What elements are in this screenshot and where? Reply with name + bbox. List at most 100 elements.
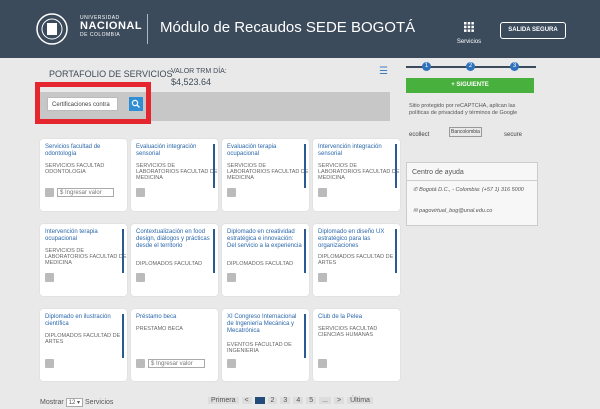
service-card[interactable]: XI Congreso Internacional de Ingeniería …: [222, 309, 309, 381]
page-size-select[interactable]: 12 ▾: [65, 398, 84, 407]
service-card[interactable]: Préstamo beca PRESTAMO BECA $ Ingresar v…: [131, 309, 218, 381]
page-3[interactable]: 3: [280, 397, 291, 404]
card-accent: [122, 229, 124, 273]
university-seal-icon: [36, 13, 68, 45]
show-label: Mostrar: [40, 399, 64, 406]
service-card[interactable]: Intervención integración sensorial SERVI…: [313, 139, 400, 211]
step-2: 2: [466, 62, 475, 71]
service-card[interactable]: Diplomado en creatividad estratégica e i…: [222, 224, 309, 296]
top-header: UNIVERSIDAD NACIONAL DE COLOMBIA Módulo …: [0, 0, 600, 58]
service-card[interactable]: Diplomado en diseño UX estratégico para …: [313, 224, 400, 296]
card-title: Servicios facultad de odontología: [45, 144, 101, 157]
portfolio-title: PORTAFOLIO DE SERVICIOS: [49, 69, 173, 79]
page-last[interactable]: Última: [347, 397, 373, 404]
card-subtitle: SERVICIOS DE LABORATORIOS FACULTAD DE ME…: [227, 163, 309, 181]
card-checkbox[interactable]: [227, 273, 236, 282]
service-card[interactable]: Diplomado en ilustración científica DIPL…: [40, 309, 127, 381]
card-subtitle: DIPLOMADOS FACULTAD: [227, 261, 294, 267]
payment-logos: ecollect Bancolombia secure: [409, 127, 537, 147]
card-subtitle: SERVICIOS DE LABORATORIOS FACULTAD DE ME…: [136, 163, 218, 181]
step-1: 1: [422, 62, 431, 71]
card-accent: [304, 314, 306, 358]
card-title: Diplomado en creatividad estratégica e i…: [227, 229, 302, 249]
trm-value: $4,523.64: [171, 77, 212, 87]
help-phone-text: Bogotá D.C., - Colombia: (+57 1) 316 500…: [419, 187, 524, 193]
university-label-main: NACIONAL: [80, 20, 143, 32]
card-accent: [395, 144, 397, 188]
card-title: Intervención terapia ocupacional: [45, 229, 98, 242]
secure-logo: secure: [504, 132, 523, 138]
card-title: Evaluación integración sensorial: [136, 144, 197, 157]
card-title: Contextualización en food design, diálog…: [136, 229, 210, 249]
help-center: Centro de ayuda ✆ Bogotá D.C., - Colombi…: [406, 162, 538, 226]
header-divider: [147, 14, 148, 44]
card-checkbox[interactable]: [45, 359, 54, 368]
card-subtitle: SERVICIOS DE LABORATORIOS FACULTAD DE ME…: [45, 248, 127, 266]
help-email[interactable]: ✉ pagovirtual_bog@unal.edu.co: [413, 208, 533, 215]
card-accent: [213, 229, 215, 273]
card-title: Diplomado en diseño UX estratégico para …: [318, 229, 385, 249]
services-label: Servicios: [456, 39, 482, 45]
card-checkbox[interactable]: [227, 359, 236, 368]
next-button[interactable]: + SIGUIENTE: [406, 78, 534, 93]
service-card[interactable]: Intervención terapia ocupacional SERVICI…: [40, 224, 127, 296]
card-checkbox[interactable]: [136, 359, 145, 368]
grid-icon: [464, 22, 474, 32]
page-2[interactable]: 2: [267, 397, 278, 404]
page-ellipsis: ...: [319, 397, 331, 404]
secure-exit-button[interactable]: SALIDA SEGURA: [500, 22, 566, 39]
university-name: UNIVERSIDAD NACIONAL DE COLOMBIA: [80, 15, 142, 38]
card-subtitle: SERVICIOS FACULTAD CIENCIAS HUMANAS: [318, 326, 378, 338]
card-accent: [122, 314, 124, 358]
service-card[interactable]: Club de la Pelea SERVICIOS FACULTAD CIEN…: [313, 309, 400, 381]
card-checkbox[interactable]: [318, 273, 327, 282]
card-checkbox[interactable]: [318, 188, 327, 197]
card-subtitle: PRESTAMO BECA: [136, 326, 183, 332]
card-title: Préstamo beca: [136, 314, 177, 320]
services-count-label: Servicios: [85, 399, 114, 406]
card-checkbox[interactable]: [45, 188, 54, 197]
card-subtitle: EVENTOS FACULTAD DE INGENIERIA: [227, 342, 292, 354]
service-card[interactable]: Evaluación integración sensorial SERVICI…: [131, 139, 218, 211]
page-5[interactable]: 5: [306, 397, 317, 404]
card-title: Club de la Pelea: [318, 314, 363, 320]
card-accent: [213, 144, 215, 188]
card-subtitle: DIPLOMADOS FACULTAD DE ARTES: [45, 333, 121, 345]
card-checkbox[interactable]: [136, 188, 145, 197]
card-subtitle: DIPLOMADOS FACULTAD: [136, 261, 203, 267]
price-input[interactable]: $ Ingresar valor: [148, 359, 205, 368]
help-email-text: pagovirtual_bog@unal.edu.co: [419, 208, 493, 214]
bancolombia-logo: Bancolombia: [449, 127, 482, 137]
help-title: Centro de ayuda: [412, 169, 464, 176]
page-4[interactable]: 4: [293, 397, 304, 404]
card-title: Evaluación terapia ocupacional: [227, 144, 277, 157]
university-label-bottom: DE COLOMBIA: [80, 32, 121, 38]
card-checkbox[interactable]: [318, 359, 327, 368]
card-checkbox[interactable]: [45, 273, 54, 282]
price-input[interactable]: $ Ingresar valor: [57, 188, 114, 197]
card-subtitle: SERVICIOS FACULTAD ODONTOLOGIA: [45, 163, 105, 175]
help-phone: ✆ Bogotá D.C., - Colombia: (+57 1) 316 5…: [413, 187, 524, 193]
page-size-control: Mostrar 12 ▾ Servicios: [40, 398, 113, 407]
page-prev[interactable]: <: [241, 397, 252, 404]
page-next[interactable]: >: [333, 397, 345, 404]
service-card[interactable]: Evaluación terapia ocupacional SERVICIOS…: [222, 139, 309, 211]
card-subtitle: DIPLOMADOS FACULTAD DE ARTES: [318, 254, 394, 266]
service-card[interactable]: Contextualización en food design, diálog…: [131, 224, 218, 296]
page-title: Módulo de Recaudos SEDE BOGOTÁ: [160, 19, 416, 36]
page-1[interactable]: 1: [254, 397, 265, 404]
card-accent: [304, 229, 306, 273]
highlight-box: [35, 82, 151, 124]
card-subtitle: SERVICIOS DE LABORATORIOS FACULTAD DE ME…: [318, 163, 400, 181]
list-view-icon[interactable]: ☰: [379, 66, 388, 77]
service-card[interactable]: Servicios facultad de odontología SERVIC…: [40, 139, 127, 211]
card-title: XI Congreso Internacional de Ingeniería …: [227, 314, 297, 334]
card-checkbox[interactable]: [227, 188, 236, 197]
card-checkbox[interactable]: [136, 273, 145, 282]
services-menu-button[interactable]: Servicios: [455, 19, 483, 45]
card-title: Intervención integración sensorial: [318, 144, 382, 157]
page-size-value: 12: [68, 400, 76, 406]
page-first[interactable]: Primera: [208, 397, 239, 404]
ecollect-logo: ecollect: [409, 132, 430, 138]
help-divider: [407, 180, 537, 181]
